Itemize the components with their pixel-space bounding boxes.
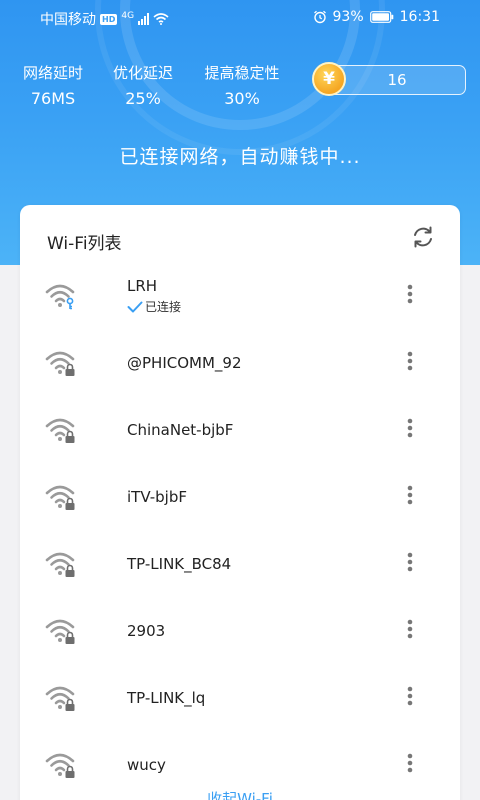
more-options-icon[interactable]: [400, 548, 420, 576]
wifi-ssid: ChinaNet-bjbF: [127, 421, 234, 439]
wifi-ssid: @PHICOMM_92: [127, 354, 242, 372]
connected-label: 已连接: [145, 300, 182, 314]
more-options-icon[interactable]: [400, 749, 420, 777]
more-options-icon[interactable]: [400, 615, 420, 643]
wifi-lock-icon: [44, 548, 78, 578]
stat-optimize: 优化延迟 25%: [110, 62, 176, 108]
more-options-icon[interactable]: [400, 280, 420, 308]
wifi-ssid: TP-LINK_BC84: [127, 555, 232, 573]
refresh-icon[interactable]: [408, 222, 438, 252]
wifi-lock-icon: [44, 749, 78, 779]
wifi-network-row[interactable]: LRH 已连接: [20, 268, 460, 335]
wifi-lock-icon: [44, 347, 78, 377]
stat-value: 76MS: [30, 89, 76, 108]
network-type: 4G: [121, 11, 135, 21]
wifi-network-row[interactable]: @PHICOMM_92: [20, 335, 460, 402]
wifi-lock-icon: [44, 682, 78, 712]
stat-label: 优化延迟: [112, 64, 173, 82]
wifi-ssid: iTV-bjbF: [127, 488, 187, 506]
alarm-icon: [313, 10, 326, 24]
wifi-network-row[interactable]: TP-LINK_BC84: [20, 536, 460, 603]
wifi-ssid: 2903: [127, 622, 166, 640]
wifi-ssid: wucy: [127, 756, 166, 774]
check-icon: [127, 301, 143, 312]
wifi-network-row[interactable]: TP-LINK_lq: [20, 670, 460, 737]
connection-banner: 已连接网络，自动赚钱中...: [119, 146, 361, 168]
hd-badge: HD: [100, 13, 118, 25]
collapse-wifi-button[interactable]: 收起Wi-Fi: [0, 788, 480, 800]
wifi-status-icon: [153, 13, 169, 25]
coin-icon: ¥: [312, 62, 346, 96]
more-options-icon[interactable]: [400, 414, 420, 442]
more-options-icon[interactable]: [400, 481, 420, 509]
stat-value: 30%: [224, 89, 260, 108]
battery-icon: [369, 11, 393, 23]
stat-value: 25%: [125, 89, 161, 108]
wifi-ssid: LRH: [127, 277, 158, 295]
connected-status: 已连接: [127, 298, 181, 315]
battery-percent: 93%: [332, 9, 364, 25]
wifi-network-row[interactable]: iTV-bjbF: [20, 469, 460, 536]
stat-latency: 网络延时 76MS: [20, 62, 86, 108]
wifi-lock-icon: [44, 414, 78, 444]
wifi-lock-icon: [44, 615, 78, 645]
stat-label: 网络延时: [22, 64, 83, 82]
wifi-ssid: TP-LINK_lq: [127, 689, 206, 707]
status-bar: 中国移动 HD 4G 93% 16:31: [0, 0, 480, 36]
more-options-icon[interactable]: [400, 347, 420, 375]
stat-stability: 提高稳定性 30%: [201, 62, 283, 108]
more-options-icon[interactable]: [400, 682, 420, 710]
carrier-name: 中国移动: [40, 12, 96, 28]
wifi-network-row[interactable]: 2903: [20, 603, 460, 670]
clock-time: 16:31: [399, 9, 440, 25]
wifi-list-title: Wi-Fi列表: [47, 234, 122, 254]
wifi-key-icon: [44, 280, 78, 310]
signal-icon: [138, 13, 150, 25]
wifi-list-card: Wi-Fi列表 LRH 已连接 @PHICOMM_92 ChinaNet-bjbF iT…: [20, 205, 460, 800]
wifi-network-row[interactable]: ChinaNet-bjbF: [20, 402, 460, 469]
wifi-lock-icon: [44, 481, 78, 511]
stat-label: 提高稳定性: [204, 64, 280, 82]
